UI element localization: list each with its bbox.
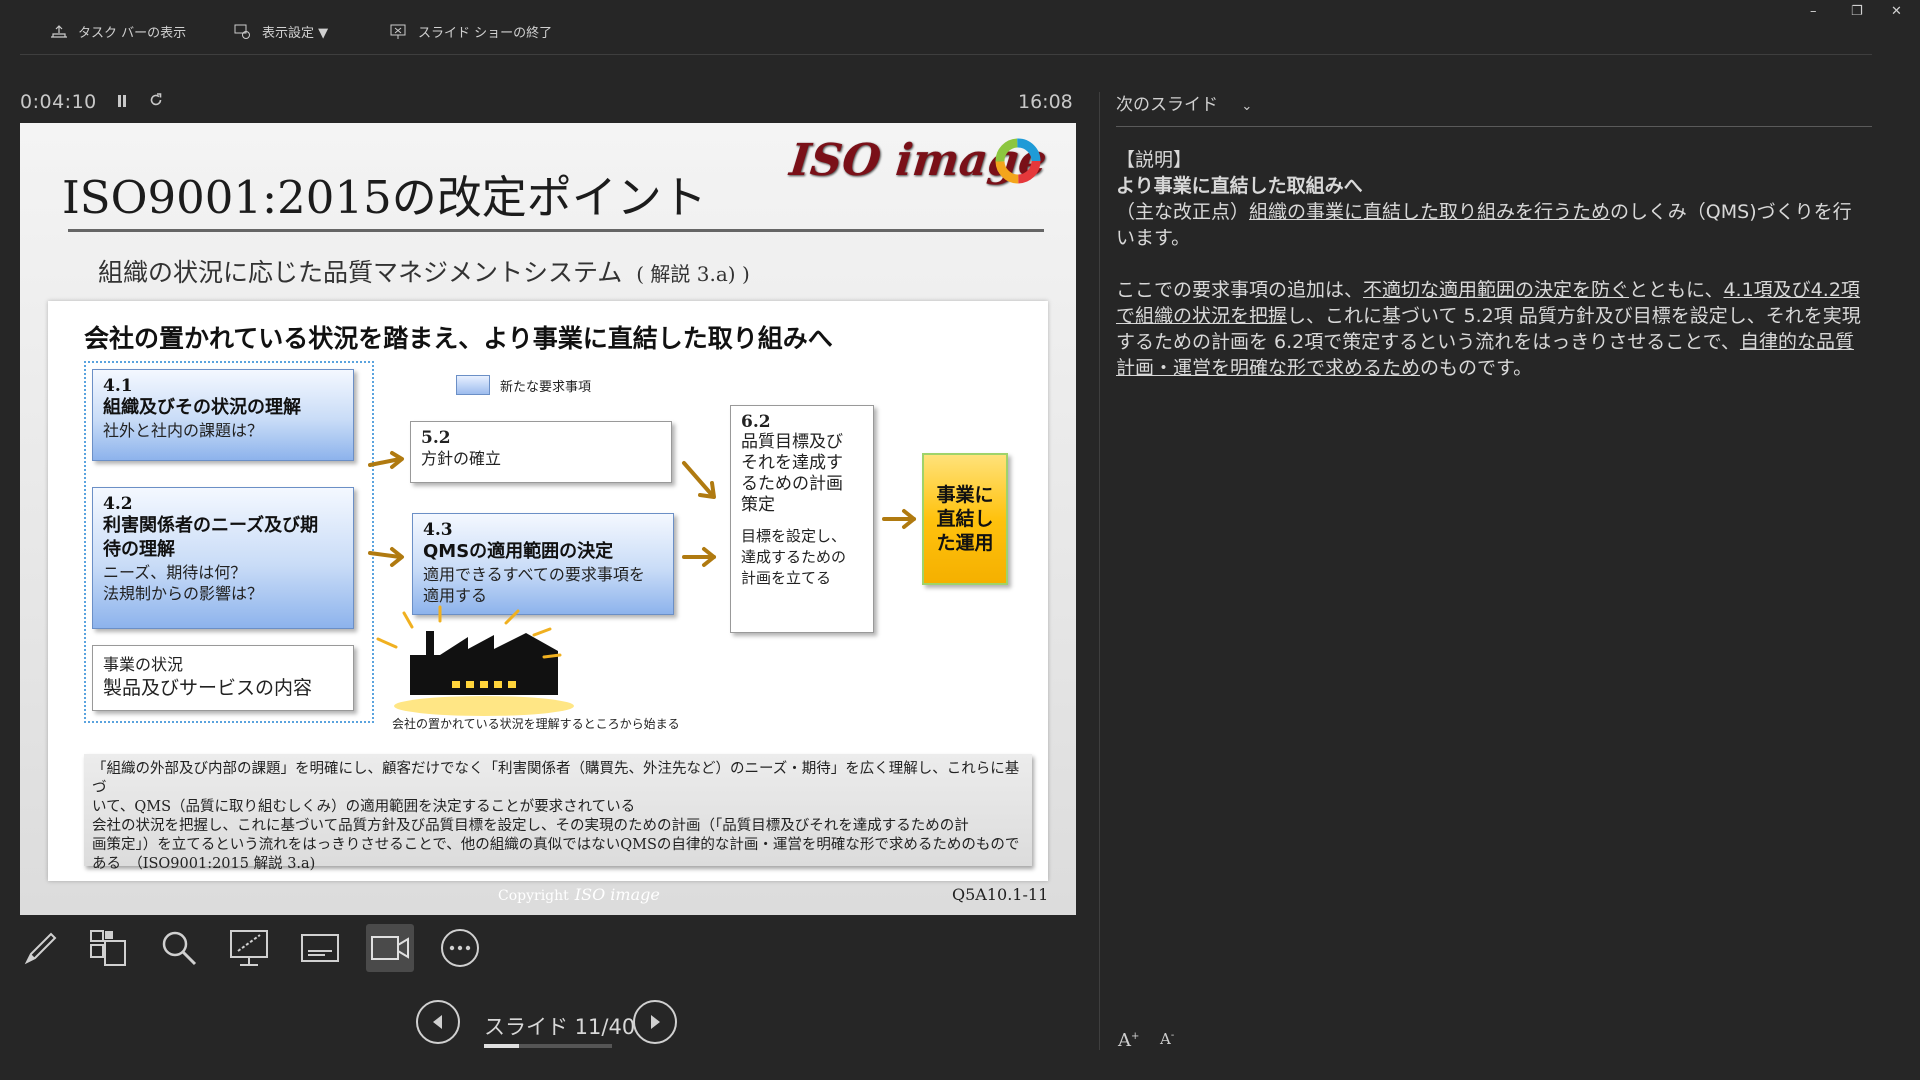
taskbar-label: タスク バーの表示 — [78, 26, 187, 41]
display-settings-button[interactable]: 表示設定 ▼ — [234, 22, 328, 41]
slide-note-box: 「組織の外部及び内部の課題」を明確にし、顧客だけでなく「利害関係者（購買先、外注… — [84, 754, 1032, 872]
chevron-down-icon: ⌄ — [1241, 99, 1253, 114]
notes-bold-line: より事業に直結した取組みへ — [1116, 175, 1363, 197]
zoom-button[interactable] — [155, 924, 203, 972]
subtitles-button[interactable] — [296, 924, 344, 972]
slide-title: ISO9001:2015の改定ポイント — [62, 171, 707, 224]
slide-code: Q5A10.1-11 — [952, 885, 1049, 904]
restore-button[interactable]: ❐ — [1851, 4, 1863, 19]
end-slideshow-label: スライド ショーの終了 — [418, 26, 553, 41]
font-increase-icon: A+ — [1118, 1030, 1140, 1051]
notes-heading: 【説明】 — [1116, 149, 1193, 171]
factory-icon — [376, 605, 574, 716]
slide-subtitle: 組織の状況に応じた品質マネジメントシステム ( 解説 3.a) ) — [98, 253, 750, 289]
footer-logo: ISO image — [574, 885, 660, 904]
logo-ring-icon — [995, 138, 1041, 184]
more-icon — [441, 929, 479, 967]
notes-text: のものです。 — [1420, 357, 1533, 379]
subtitles-icon — [301, 934, 339, 962]
next-slide-dropdown[interactable]: 次のスライド ⌄ — [1116, 90, 1252, 115]
notes-underlined-text: 組織の事業に直結した取り組みを行うため — [1249, 201, 1611, 223]
footer-copyright: Copyright — [498, 888, 569, 904]
increase-font-button[interactable]: A+ — [1118, 1030, 1139, 1051]
end-slideshow-icon — [390, 24, 408, 40]
next-slide-rule — [1116, 126, 1872, 127]
next-slide-button[interactable] — [633, 1000, 677, 1044]
see-all-slides-button[interactable] — [84, 924, 132, 972]
reset-icon[interactable] — [148, 92, 164, 113]
subtitle-text: 組織の状況に応じた品質マネジメントシステム — [98, 258, 623, 287]
current-time: 16:08 — [1018, 91, 1073, 113]
arrow-icon — [682, 461, 714, 497]
pointer-icon — [230, 930, 268, 966]
note-line: ある （ISO9001:2015 解説 3.a) — [92, 856, 316, 872]
pen-tool-button[interactable] — [17, 924, 65, 972]
current-slide[interactable]: ISO9001:2015の改定ポイント ISO image 組織の状況に応じた品… — [20, 123, 1076, 915]
note-line: 「組織の外部及び内部の課題」を明確にし、顧客だけでなく「利害関係者（購買先、外注… — [92, 761, 1020, 796]
slide-counter: スライド 11/40 — [484, 1015, 636, 1039]
pen-icon — [24, 932, 57, 965]
notes-paragraph-2: ここでの要求事項の追加は、不適切な適用範囲の決定を防ぐとともに、4.1項及び4.… — [1116, 277, 1868, 381]
end-slideshow-button[interactable]: スライド ショーの終了 — [390, 22, 552, 41]
slide-progress-bar — [484, 1044, 612, 1048]
diagram-panel: 会社の置かれている状況を踏まえ、より事業に直結した取り組みへ 4.1 組織及びそ… — [48, 301, 1048, 881]
close-button[interactable]: ✕ — [1891, 4, 1902, 19]
decrease-font-button[interactable]: A- — [1160, 1030, 1174, 1048]
pause-icon[interactable] — [116, 92, 128, 113]
notes-paragraph-1: （主な改正点）組織の事業に直結した取り組みを行うためのしくみ（QMS)づくりを行… — [1116, 199, 1868, 251]
camera-icon — [371, 936, 409, 960]
previous-slide-button[interactable] — [416, 1000, 460, 1044]
taskbar-icon — [50, 24, 68, 39]
notes-text: ここでの要求事項の追加は、 — [1116, 279, 1364, 301]
font-decrease-icon: A- — [1160, 1030, 1175, 1048]
subtitle-ref: ( 解説 3.a) ) — [636, 262, 750, 286]
more-options-button[interactable] — [436, 924, 484, 972]
note-line: 会社の状況を把握し、これに基づいて品質方針及び品質目標を設定し、その実現のための… — [92, 818, 969, 834]
all-slides-icon — [90, 930, 126, 966]
pane-divider[interactable] — [1099, 92, 1100, 1050]
show-taskbar-button[interactable]: タスク バーの表示 — [50, 22, 186, 41]
factory-caption: 会社の置かれている状況を理解するところから始まる — [392, 717, 680, 731]
note-line: 画策定」）を立てるという流れをはっきりさせることで、他の組織の真似ではないQMS… — [92, 837, 1020, 853]
title-rule — [68, 229, 1044, 232]
camera-toggle-button[interactable] — [366, 924, 414, 972]
notes-underlined-text: 不適切な適用範囲の決定を防ぐ — [1363, 279, 1630, 301]
previous-arrow-icon — [433, 1015, 442, 1029]
note-line: いて、QMS（品質に取り組むしくみ）の適用範囲を決定することが要求されている — [92, 799, 636, 815]
next-arrow-icon — [651, 1015, 660, 1029]
next-slide-label: 次のスライド — [1116, 95, 1218, 115]
notes-text: とともに、 — [1629, 279, 1724, 301]
notes-text: （主な改正点） — [1116, 201, 1250, 223]
display-settings-icon — [234, 24, 252, 40]
slide-progress-fill — [484, 1044, 520, 1048]
minimize-button[interactable]: – — [1810, 4, 1817, 19]
slide-footer: Copyright ISO image — [498, 885, 660, 904]
display-settings-label: 表示設定 ▼ — [262, 26, 329, 41]
pointer-button[interactable] — [225, 924, 273, 972]
zoom-icon — [162, 931, 197, 966]
toolbar-divider — [20, 54, 1872, 55]
elapsed-timer: 0:04:10 — [20, 91, 97, 113]
speaker-notes[interactable]: 【説明】 より事業に直結した取組みへ （主な改正点）組織の事業に直結した取り組み… — [1116, 147, 1868, 381]
